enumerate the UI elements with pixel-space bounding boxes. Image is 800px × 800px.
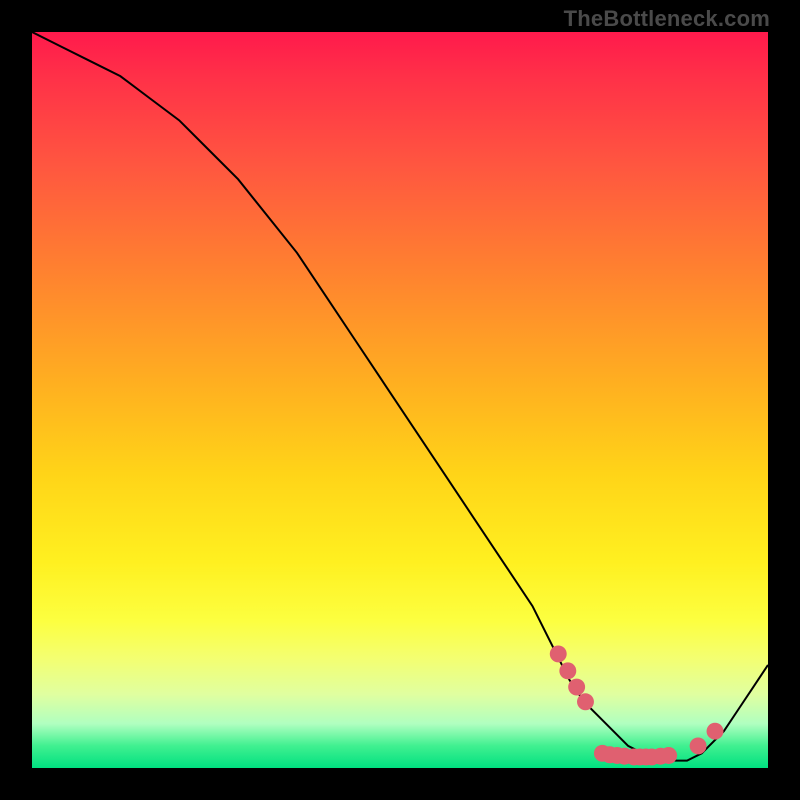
marker-dot — [559, 662, 576, 679]
marker-dot — [707, 723, 724, 740]
chart-frame: TheBottleneck.com — [0, 0, 800, 800]
marker-dot — [690, 737, 707, 754]
marker-dot — [577, 693, 594, 710]
curve-line — [32, 32, 768, 761]
marker-dot — [550, 645, 567, 662]
marker-dot — [568, 679, 585, 696]
chart-svg — [32, 32, 768, 768]
marker-dot — [660, 747, 677, 764]
plot-area — [32, 32, 768, 768]
attribution-watermark: TheBottleneck.com — [564, 6, 770, 32]
marker-dots — [550, 645, 724, 765]
